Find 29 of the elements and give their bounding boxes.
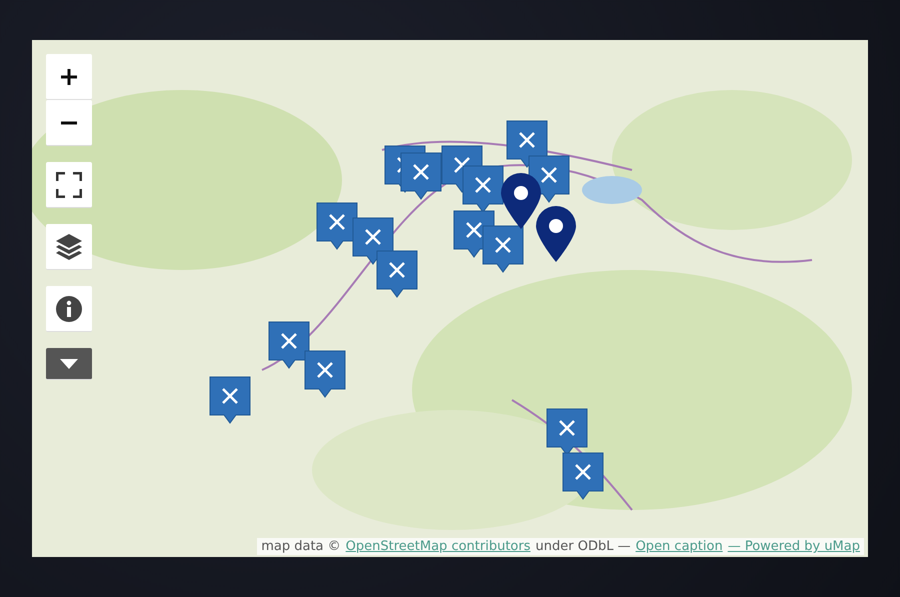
caret-icon [60, 358, 78, 368]
zoom-out-button[interactable] [46, 100, 92, 146]
info-icon [56, 296, 82, 322]
layers-button[interactable] [46, 224, 92, 270]
plus-icon [60, 68, 78, 86]
map-marker[interactable] [316, 202, 358, 250]
map-marker[interactable] [376, 250, 418, 298]
attribution-text: under ODbL — [536, 539, 631, 554]
map-marker[interactable] [562, 452, 604, 500]
more-button[interactable] [46, 348, 92, 380]
map-pin[interactable] [500, 172, 542, 230]
attribution-link[interactable]: — Powered by uMap [728, 539, 860, 554]
map-marker[interactable] [462, 165, 504, 213]
map-marker[interactable] [482, 225, 524, 273]
map-marker[interactable] [506, 120, 548, 168]
attribution-link[interactable]: Open caption [636, 539, 723, 554]
minus-icon [60, 120, 78, 124]
map-pin[interactable] [535, 205, 577, 263]
fullscreen-icon [56, 172, 82, 198]
attribution-text: map data © [261, 539, 341, 554]
map-marker[interactable] [400, 152, 442, 200]
layers-icon [55, 232, 83, 260]
info-button[interactable] [46, 286, 92, 332]
attribution-link[interactable]: OpenStreetMap contributors [346, 539, 530, 554]
map-marker[interactable] [209, 376, 251, 424]
fullscreen-button[interactable] [46, 162, 92, 208]
map-marker[interactable] [268, 321, 310, 369]
zoom-in-button[interactable] [46, 54, 92, 100]
map-marker[interactable] [304, 350, 346, 398]
